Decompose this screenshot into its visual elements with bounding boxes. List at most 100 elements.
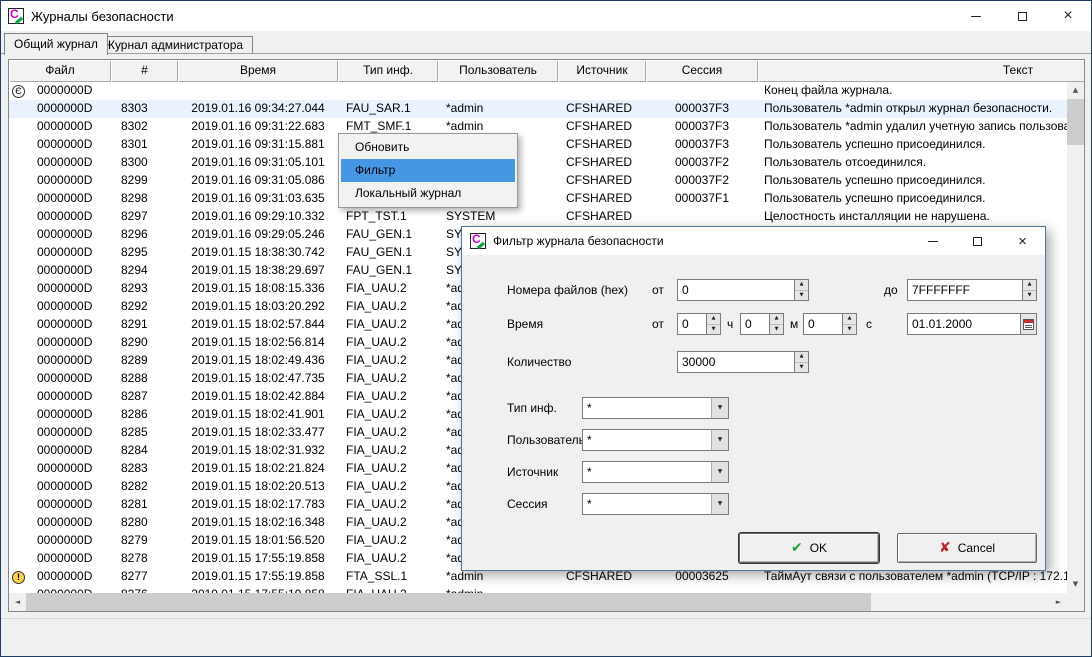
- file-from-spinner[interactable]: ▲▼: [794, 279, 809, 301]
- column-header-text[interactable]: Текст: [758, 60, 1085, 82]
- cell-num: 8303: [111, 100, 178, 118]
- maximize-button[interactable]: [999, 1, 1045, 31]
- column-header-file[interactable]: Файл: [9, 60, 111, 82]
- dropdown-arrow-icon[interactable]: ▼: [711, 462, 728, 482]
- table-row[interactable]: Є0000000DКонец файла журнала.: [9, 82, 1085, 100]
- cell-num: 8298: [111, 190, 178, 208]
- dropdown-arrow-icon[interactable]: ▼: [711, 494, 728, 514]
- spin-up-icon[interactable]: ▲: [770, 314, 783, 325]
- table-row[interactable]: 0000000D82972019.01.16 09:29:10.332FPT_T…: [9, 208, 1085, 226]
- dialog-close-button[interactable]: ×: [1000, 227, 1045, 255]
- count-spinner[interactable]: ▲▼: [794, 351, 809, 373]
- scroll-right-icon[interactable]: ►: [1050, 593, 1067, 611]
- count-label: Количество: [507, 351, 571, 373]
- date-input[interactable]: [907, 313, 1020, 335]
- count-input[interactable]: [677, 351, 794, 373]
- scroll-down-icon[interactable]: ▼: [1067, 576, 1084, 593]
- cell-type: FIA_UAU.2: [338, 424, 438, 442]
- table-row[interactable]: 0000000D83032019.01.16 09:34:27.044FAU_S…: [9, 100, 1085, 118]
- table-row[interactable]: 0000000D82982019.01.16 09:31:03.635CFSHA…: [9, 190, 1085, 208]
- file-from-field: ▲▼: [677, 279, 809, 301]
- cell-text: Пользователь *admin открыл журнал безопа…: [758, 100, 1085, 118]
- minutes-spinner[interactable]: ▲▼: [769, 313, 784, 335]
- spin-up-icon[interactable]: ▲: [795, 280, 808, 291]
- table-row[interactable]: 0000000D83022019.01.16 09:31:22.683FMT_S…: [9, 118, 1085, 136]
- cell-type: FIA_UAU.2: [338, 478, 438, 496]
- row-icon-slot: [9, 442, 31, 460]
- vertical-scroll-thumb[interactable]: [1067, 99, 1084, 145]
- cell-source: CFSHARED: [558, 118, 646, 136]
- column-header-info-type[interactable]: Тип инф.: [338, 60, 438, 82]
- file-to-input[interactable]: [907, 279, 1022, 301]
- spin-down-icon[interactable]: ▼: [795, 291, 808, 301]
- cell-file: 0000000D: [31, 208, 111, 226]
- time-from-label: от: [652, 313, 664, 335]
- close-button[interactable]: ×: [1045, 1, 1091, 31]
- cell-text: Пользователь успешно присоединился.: [758, 190, 1085, 208]
- cell-file: 0000000D: [31, 460, 111, 478]
- row-icon-slot: [9, 208, 31, 226]
- cell-text: Конец файла журнала.: [758, 82, 1085, 100]
- spin-up-icon[interactable]: ▲: [1023, 280, 1036, 291]
- maximize-icon: [973, 237, 982, 246]
- ok-button[interactable]: ✔ OK: [739, 533, 879, 563]
- cell-time: 2019.01.15 18:38:30.742: [178, 244, 338, 262]
- table-row[interactable]: 0000000D82762019.01.15 17:55:19.858FIA_U…: [9, 586, 1085, 593]
- spin-up-icon[interactable]: ▲: [795, 352, 808, 363]
- source-filter-combo[interactable]: * ▼: [582, 461, 729, 483]
- scroll-up-icon[interactable]: ▲: [1067, 82, 1084, 99]
- spin-down-icon[interactable]: ▼: [843, 325, 856, 335]
- user-filter-combo[interactable]: * ▼: [582, 429, 729, 451]
- spin-up-icon[interactable]: ▲: [843, 314, 856, 325]
- horizontal-scrollbar[interactable]: ◄ ►: [9, 593, 1067, 611]
- row-icon-slot: [9, 550, 31, 568]
- cell-num: 8284: [111, 442, 178, 460]
- cell-time: 2019.01.15 18:02:16.348: [178, 514, 338, 532]
- source-filter-label: Источник: [507, 461, 558, 483]
- hours-input[interactable]: [677, 313, 706, 335]
- session-filter-combo[interactable]: * ▼: [582, 493, 729, 515]
- minutes-input[interactable]: [740, 313, 769, 335]
- file-from-input[interactable]: [677, 279, 794, 301]
- dialog-minimize-button[interactable]: [910, 227, 955, 255]
- spin-down-icon[interactable]: ▼: [707, 325, 720, 335]
- column-header-source[interactable]: Источник: [558, 60, 646, 82]
- cell-type: FIA_UAU.2: [338, 460, 438, 478]
- dropdown-arrow-icon[interactable]: ▼: [711, 430, 728, 450]
- column-header-session[interactable]: Сессия: [646, 60, 758, 82]
- combo-value: *: [587, 494, 592, 514]
- menu-item-local-log[interactable]: Локальный журнал: [341, 182, 515, 205]
- horizontal-scroll-thumb[interactable]: [26, 593, 871, 611]
- table-row[interactable]: 0000000D82992019.01.16 09:31:05.086CFSHA…: [9, 172, 1085, 190]
- column-header-user[interactable]: Пользователь: [438, 60, 558, 82]
- type-filter-combo[interactable]: * ▼: [582, 397, 729, 419]
- spin-down-icon[interactable]: ▼: [770, 325, 783, 335]
- cell-type: FIA_UAU.2: [338, 496, 438, 514]
- minimize-button[interactable]: [953, 1, 999, 31]
- cell-file: 0000000D: [31, 172, 111, 190]
- row-icon-slot: [9, 244, 31, 262]
- hours-spinner[interactable]: ▲▼: [706, 313, 721, 335]
- seconds-input[interactable]: [803, 313, 842, 335]
- menu-item-refresh[interactable]: Обновить: [341, 136, 515, 159]
- menu-item-filter[interactable]: Фильтр: [341, 159, 515, 182]
- user-filter-label: Пользователь: [507, 429, 585, 451]
- dialog-maximize-button[interactable]: [955, 227, 1000, 255]
- tab-admin-log[interactable]: Журнал администратора: [94, 36, 253, 54]
- tab-general-log[interactable]: Общий журнал: [4, 33, 108, 55]
- calendar-button[interactable]: [1020, 313, 1037, 335]
- file-to-spinner[interactable]: ▲▼: [1022, 279, 1037, 301]
- spin-up-icon[interactable]: ▲: [707, 314, 720, 325]
- column-header-time[interactable]: Время: [178, 60, 338, 82]
- table-row[interactable]: 0000000D83002019.01.16 09:31:05.101CFSHA…: [9, 154, 1085, 172]
- dropdown-arrow-icon[interactable]: ▼: [711, 398, 728, 418]
- spin-down-icon[interactable]: ▼: [1023, 291, 1036, 301]
- column-header-number[interactable]: #: [111, 60, 178, 82]
- spin-down-icon[interactable]: ▼: [795, 363, 808, 373]
- vertical-scrollbar[interactable]: ▲ ▼: [1067, 82, 1084, 593]
- cancel-button[interactable]: ✘ Cancel: [897, 533, 1037, 563]
- table-row[interactable]: 0000000D83012019.01.16 09:31:15.881CFSHA…: [9, 136, 1085, 154]
- scroll-left-icon[interactable]: ◄: [9, 593, 26, 611]
- seconds-spinner[interactable]: ▲▼: [842, 313, 857, 335]
- cell-file: 0000000D: [31, 370, 111, 388]
